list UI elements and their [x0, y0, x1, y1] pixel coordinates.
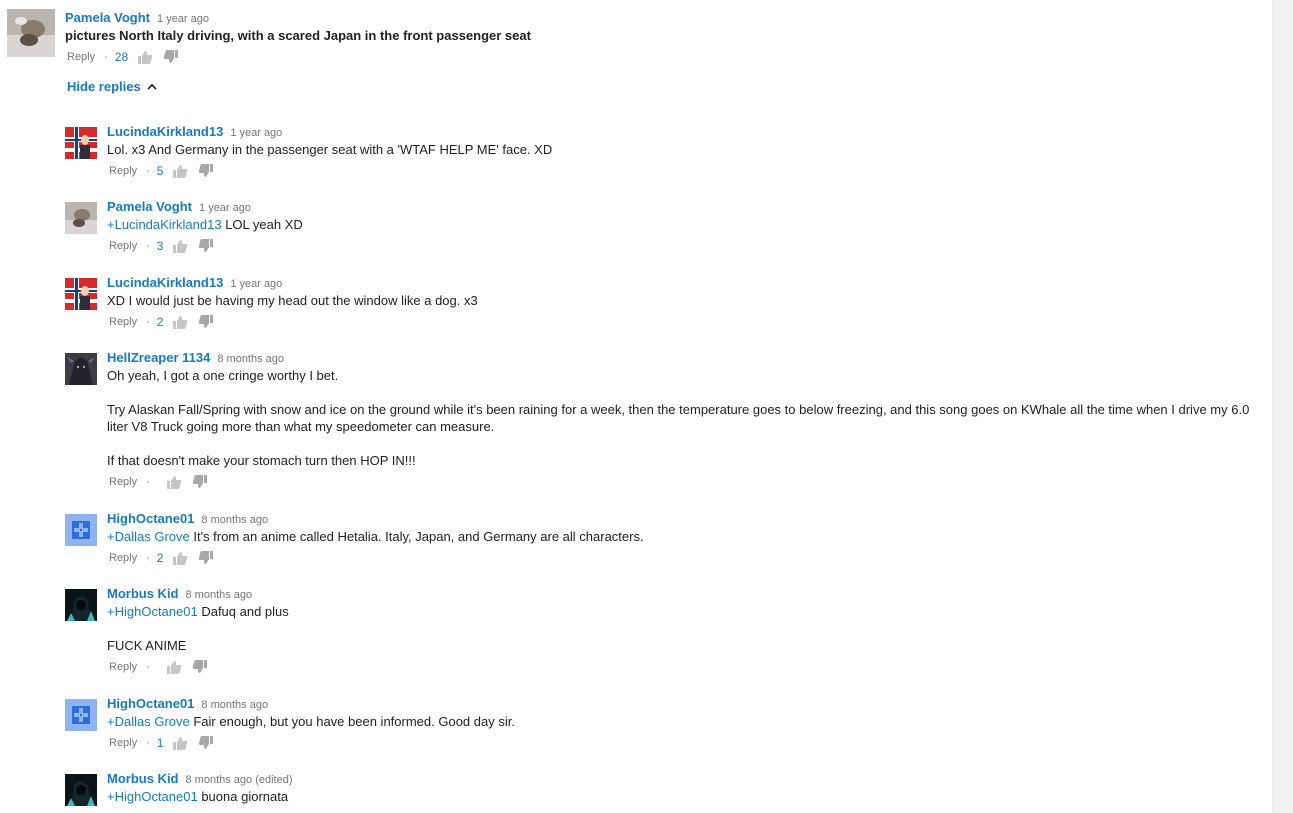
like-count: 5 — [156, 164, 164, 178]
comment-author[interactable]: Morbus Kid — [107, 586, 179, 601]
comment-timestamp[interactable]: 1 year ago — [157, 13, 209, 25]
thumbs-down-icon[interactable] — [198, 238, 214, 254]
separator-dot: · — [146, 661, 150, 673]
like-count: 3 — [156, 239, 164, 253]
separator-dot: · — [146, 240, 150, 252]
avatar[interactable] — [65, 774, 97, 806]
avatar[interactable] — [65, 699, 97, 731]
thumbs-down-icon[interactable] — [198, 735, 214, 751]
avatar-dark-figure-icon — [65, 353, 97, 385]
comment-author[interactable]: HighOctane01 — [107, 511, 194, 526]
hide-replies-label: Hide replies — [67, 79, 141, 94]
comment-author[interactable]: HighOctane01 — [107, 696, 194, 711]
mention-link[interactable]: +HighOctane01 — [107, 789, 198, 804]
comment-text: buona giornata — [201, 789, 289, 804]
comment-timestamp[interactable]: 8 months ago (edited) — [186, 774, 293, 786]
thumbs-down-icon[interactable] — [198, 550, 214, 566]
reply-button[interactable]: Reply — [109, 737, 137, 749]
comment-text-line: liter V8 Truck going more than what my s… — [107, 419, 495, 434]
avatar-hooded-figure-icon — [65, 774, 97, 806]
comment-text: XD I would just be having my head out th… — [107, 293, 478, 308]
thumbs-up-icon[interactable] — [166, 474, 182, 490]
comment-author[interactable]: Pamela Voght — [107, 199, 192, 214]
comment-text: It's from an anime called Hetalia. Italy… — [193, 529, 644, 544]
separator-dot: · — [146, 316, 150, 328]
comment-text-line: If that doesn't make your stomach turn t… — [107, 453, 416, 468]
scrollbar-track[interactable] — [1272, 0, 1293, 813]
avatar[interactable] — [7, 9, 55, 57]
thumbs-down-icon[interactable] — [198, 314, 214, 330]
thumbs-up-icon[interactable] — [172, 735, 188, 751]
comment-timestamp[interactable]: 8 months ago — [201, 699, 268, 711]
comment-author[interactable]: Pamela Voght — [65, 10, 150, 25]
comment-author[interactable]: Morbus Kid — [107, 771, 179, 786]
reply-button[interactable]: Reply — [67, 51, 95, 63]
comment-timestamp[interactable]: 1 year ago — [230, 127, 282, 139]
avatar[interactable] — [65, 514, 97, 546]
comment-timestamp[interactable]: 8 months ago — [201, 514, 268, 526]
chevron-up-icon — [147, 83, 157, 90]
reply-button[interactable]: Reply — [109, 476, 137, 488]
comment-author[interactable]: HellZreaper 1134 — [107, 350, 210, 365]
hide-replies-button[interactable]: Hide replies — [67, 79, 157, 94]
avatar[interactable] — [65, 278, 97, 310]
comment-text: LOL yeah XD — [225, 217, 303, 232]
comment-timestamp[interactable]: 8 months ago — [217, 353, 284, 365]
comment-timestamp[interactable]: 8 months ago — [186, 589, 253, 601]
reply-button[interactable]: Reply — [109, 165, 137, 177]
reply-button[interactable]: Reply — [109, 661, 137, 673]
avatar-flag-figure-icon — [65, 278, 97, 310]
mention-link[interactable]: +HighOctane01 — [107, 604, 198, 619]
avatar[interactable] — [65, 353, 97, 385]
reply-button[interactable]: Reply — [109, 552, 137, 564]
separator-dot: · — [104, 51, 108, 63]
thumbs-up-icon[interactable] — [172, 550, 188, 566]
avatar-photo-icon — [7, 9, 55, 57]
avatar-flag-figure-icon — [65, 127, 97, 159]
thumbs-up-icon[interactable] — [166, 659, 182, 675]
comment-text: Fair enough, but you have been informed.… — [193, 714, 515, 729]
like-count: 1 — [156, 736, 164, 750]
thumbs-down-icon[interactable] — [198, 163, 214, 179]
avatar-photo-icon — [65, 202, 97, 234]
comment-timestamp[interactable]: 1 year ago — [199, 202, 251, 214]
comment-author[interactable]: LucindaKirkland13 — [107, 275, 223, 290]
avatar[interactable] — [65, 127, 97, 159]
comment-text-line: Try Alaskan Fall/Spring with snow and ic… — [107, 402, 1250, 417]
separator-dot: · — [146, 552, 150, 564]
thumbs-up-icon[interactable] — [172, 163, 188, 179]
reply-button[interactable]: Reply — [109, 240, 137, 252]
avatar-default-icon — [65, 699, 97, 731]
thumbs-up-icon[interactable] — [137, 49, 153, 65]
avatar-hooded-figure-icon — [65, 589, 97, 621]
like-count: 28 — [114, 50, 129, 64]
comment-text-line: FUCK ANIME — [107, 638, 187, 653]
reply-button[interactable]: Reply — [109, 316, 137, 328]
avatar[interactable] — [65, 589, 97, 621]
mention-link[interactable]: +LucindaKirkland13 — [107, 217, 222, 232]
like-count: 2 — [156, 315, 164, 329]
thumbs-down-icon[interactable] — [192, 474, 208, 490]
like-count: 2 — [156, 551, 164, 565]
separator-dot: · — [146, 165, 150, 177]
avatar-default-icon — [65, 514, 97, 546]
thumbs-up-icon[interactable] — [172, 314, 188, 330]
separator-dot: · — [146, 476, 150, 488]
mention-link[interactable]: +Dallas Grove — [107, 529, 190, 544]
thumbs-down-icon[interactable] — [163, 49, 179, 65]
comment-text-line: Oh yeah, I got a one cringe worthy I bet… — [107, 368, 339, 383]
comment-text: Lol. x3 And Germany in the passenger sea… — [107, 142, 553, 157]
thumbs-up-icon[interactable] — [172, 238, 188, 254]
avatar[interactable] — [65, 202, 97, 234]
comment-text: pictures North Italy driving, with a sca… — [65, 28, 531, 43]
thumbs-down-icon[interactable] — [192, 659, 208, 675]
comment-timestamp[interactable]: 1 year ago — [230, 278, 282, 290]
comment-author[interactable]: LucindaKirkland13 — [107, 124, 223, 139]
comment-text-line: Dafuq and plus — [201, 604, 289, 619]
mention-link[interactable]: +Dallas Grove — [107, 714, 190, 729]
separator-dot: · — [146, 737, 150, 749]
